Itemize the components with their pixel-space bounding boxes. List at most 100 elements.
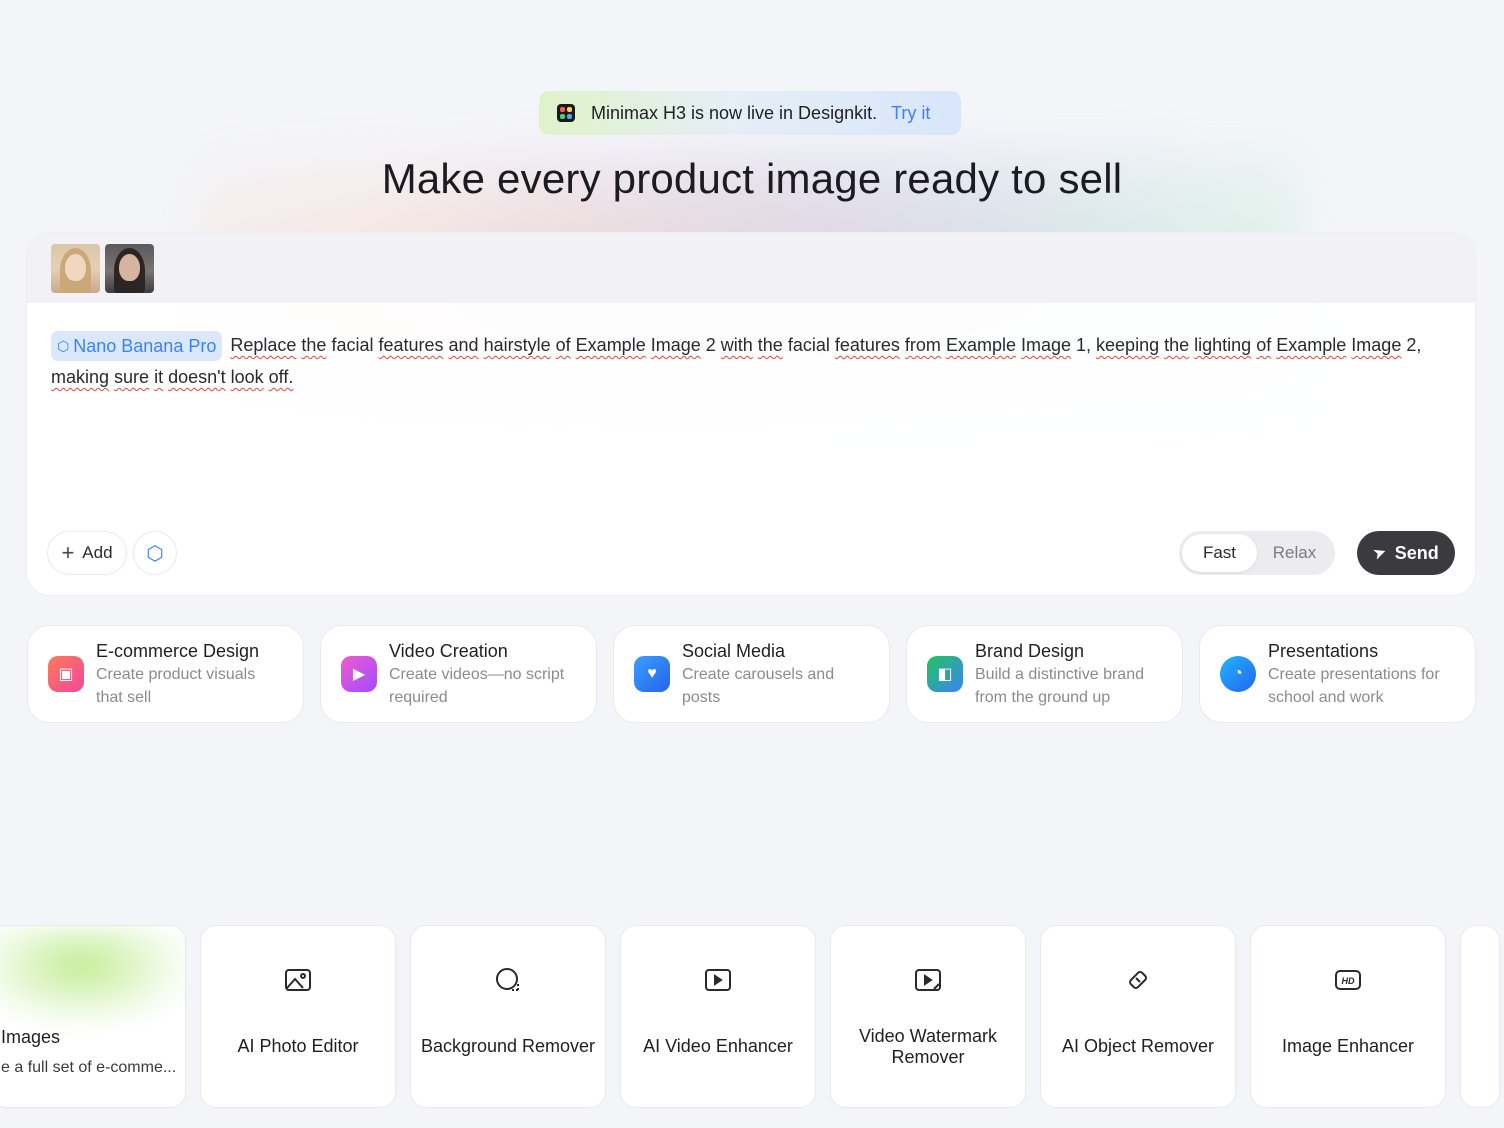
tool-card-video-watermark-remover[interactable]: Video Watermark Remover bbox=[830, 925, 1026, 1108]
cube-icon: ⬡ bbox=[146, 542, 164, 565]
eraser-icon bbox=[1124, 966, 1152, 994]
card-desc: Create carousels and posts bbox=[682, 666, 835, 706]
tool-desc: e a full set of e-comme... bbox=[1, 1059, 177, 1076]
tool-card-ai-object-remover[interactable]: AI Object Remover bbox=[1040, 925, 1236, 1108]
tool-card-images[interactable]: Images e a full set of e-comme... bbox=[0, 925, 186, 1108]
misspelled-word: Image bbox=[1351, 335, 1402, 355]
misspelled-word: Replace bbox=[230, 335, 297, 355]
prompt-text-area[interactable]: ⬡ Nano Banana Pro Replace the facial featu… bbox=[27, 303, 1475, 393]
card-title: E-commerce Design bbox=[96, 641, 260, 661]
prompt-word: facial bbox=[782, 335, 835, 355]
category-card-brand[interactable]: ◧ Brand Design Build a distinctive brand … bbox=[906, 625, 1183, 723]
tool-card-ai-video-enhancer[interactable]: AI Video Enhancer bbox=[620, 925, 816, 1108]
tool-card-background-remover[interactable]: Background Remover bbox=[410, 925, 606, 1108]
prompt-editor: ⬡ Nano Banana Pro Replace the facial featu… bbox=[26, 232, 1476, 596]
card-title: Brand Design bbox=[975, 641, 1085, 661]
tool-card-ai-photo-editor[interactable]: AI Photo Editor bbox=[200, 925, 396, 1108]
cube-icon: ⬡ bbox=[57, 338, 70, 354]
misspelled-word: Example bbox=[1276, 335, 1347, 355]
mode-option-relax[interactable]: Relax bbox=[1257, 534, 1332, 572]
hd-icon: HD bbox=[1334, 966, 1362, 994]
category-card-video[interactable]: ▶ Video Creation Create videos—no script … bbox=[320, 625, 597, 723]
paper-plane-icon: ➤ bbox=[1370, 543, 1390, 564]
prompt-word: 1, bbox=[1071, 335, 1097, 355]
tool-name: Images bbox=[1, 1027, 61, 1047]
plus-icon: + bbox=[61, 540, 75, 565]
shopping-bag-icon: ▣ bbox=[48, 656, 84, 692]
misspelled-word: look bbox=[230, 367, 264, 387]
prompt-word: 2 bbox=[700, 335, 721, 355]
misspelled-word: from bbox=[904, 335, 941, 355]
tool-name: AI Photo Editor bbox=[237, 1036, 359, 1056]
misspelled-word: off. bbox=[268, 367, 294, 387]
reference-image-2[interactable] bbox=[105, 243, 154, 293]
mode-option-fast[interactable]: Fast bbox=[1182, 534, 1257, 572]
misspelled-word: keeping bbox=[1096, 335, 1160, 355]
tool-name: Background Remover bbox=[420, 1036, 596, 1056]
designkit-app-icon bbox=[557, 104, 575, 122]
tool-name: AI Object Remover bbox=[1061, 1036, 1215, 1056]
add-button-label: Add bbox=[82, 543, 113, 562]
photo-icon bbox=[284, 966, 312, 994]
category-cards: ▣ E-commerce Design Create product visual… bbox=[27, 625, 1476, 723]
misspelled-word: it bbox=[154, 367, 164, 387]
tool-name: Image Enhancer bbox=[1281, 1036, 1415, 1056]
video-eraser-icon bbox=[914, 966, 942, 994]
banner-text: Minimax H3 is now live in Designkit. bbox=[591, 102, 878, 123]
tool-card-image-enhancer[interactable]: HD Image Enhancer bbox=[1250, 925, 1446, 1108]
reference-images-bar bbox=[27, 233, 1475, 303]
add-button[interactable]: + Add bbox=[47, 531, 127, 575]
misspelled-word: lighting bbox=[1194, 335, 1252, 355]
prompt-word: facial bbox=[326, 335, 379, 355]
card-desc: Create presentations for school and work bbox=[1268, 666, 1440, 706]
prompt-word: 2, bbox=[1401, 335, 1422, 355]
misspelled-word: the bbox=[1164, 335, 1190, 355]
misspelled-word: hairstyle bbox=[483, 335, 551, 355]
heart-bubble-icon: ♥ bbox=[634, 656, 670, 692]
card-desc: Build a distinctive brand from the groun… bbox=[975, 666, 1144, 706]
prompt-text: Replace the facial features and hairstyl… bbox=[51, 335, 1421, 387]
svg-text:HD: HD bbox=[1342, 976, 1355, 986]
misspelled-word: making bbox=[51, 367, 110, 387]
pie-chart-icon: ◔ bbox=[1220, 656, 1256, 692]
misspelled-word: of bbox=[555, 335, 571, 355]
category-card-social[interactable]: ♥ Social Media Create carousels and posts bbox=[613, 625, 890, 723]
brand-icon: ◧ bbox=[927, 656, 963, 692]
send-button[interactable]: ➤ Send bbox=[1357, 531, 1455, 575]
model-chip[interactable]: ⬡ Nano Banana Pro bbox=[51, 331, 223, 361]
misspelled-word: Example bbox=[945, 335, 1016, 355]
misspelled-word: doesn't bbox=[168, 367, 226, 387]
card-title: Presentations bbox=[1268, 641, 1379, 661]
reference-image-1[interactable] bbox=[51, 243, 100, 293]
card-desc: Create product visuals that sell bbox=[96, 666, 256, 706]
try-it-link[interactable]: Try it bbox=[891, 103, 930, 124]
bg-remove-icon bbox=[494, 966, 522, 994]
page-headline: Make every product image ready to sell bbox=[381, 155, 1123, 202]
card-title: Video Creation bbox=[389, 641, 508, 661]
category-card-ecommerce[interactable]: ▣ E-commerce Design Create product visual… bbox=[27, 625, 304, 723]
model-chip-label: Nano Banana Pro bbox=[73, 336, 217, 356]
category-card-presentations[interactable]: ◔ Presentations Create presentations for … bbox=[1199, 625, 1476, 723]
card-desc: Create videos—no script required bbox=[389, 666, 565, 706]
tool-name: Video Watermark Remover bbox=[858, 1026, 998, 1067]
misspelled-word: Example bbox=[575, 335, 646, 355]
misspelled-word: with bbox=[720, 335, 753, 355]
mode-toggle: Fast Relax bbox=[1179, 531, 1335, 575]
announcement-banner[interactable]: Minimax H3 is now live in Designkit. Try… bbox=[539, 91, 961, 135]
misspelled-word: the bbox=[301, 335, 327, 355]
misspelled-word: features bbox=[378, 335, 444, 355]
send-button-label: Send bbox=[1394, 542, 1439, 563]
misspelled-word: of bbox=[1256, 335, 1272, 355]
play-icon: ▶ bbox=[341, 656, 377, 692]
misspelled-word: sure bbox=[114, 367, 150, 387]
misspelled-word: the bbox=[757, 335, 783, 355]
tool-name: AI Video Enhancer bbox=[643, 1036, 793, 1056]
video-hd-icon bbox=[704, 966, 732, 994]
misspelled-word: features bbox=[834, 335, 900, 355]
model-select-button[interactable]: ⬡ bbox=[133, 531, 177, 575]
tool-cards-row: Images e a full set of e-comme... AI Pho… bbox=[0, 925, 1500, 1108]
misspelled-word: and bbox=[448, 335, 479, 355]
tool-preview bbox=[0, 926, 185, 1026]
misspelled-word: Image bbox=[650, 335, 701, 355]
tool-card-partial[interactable] bbox=[1460, 925, 1500, 1108]
